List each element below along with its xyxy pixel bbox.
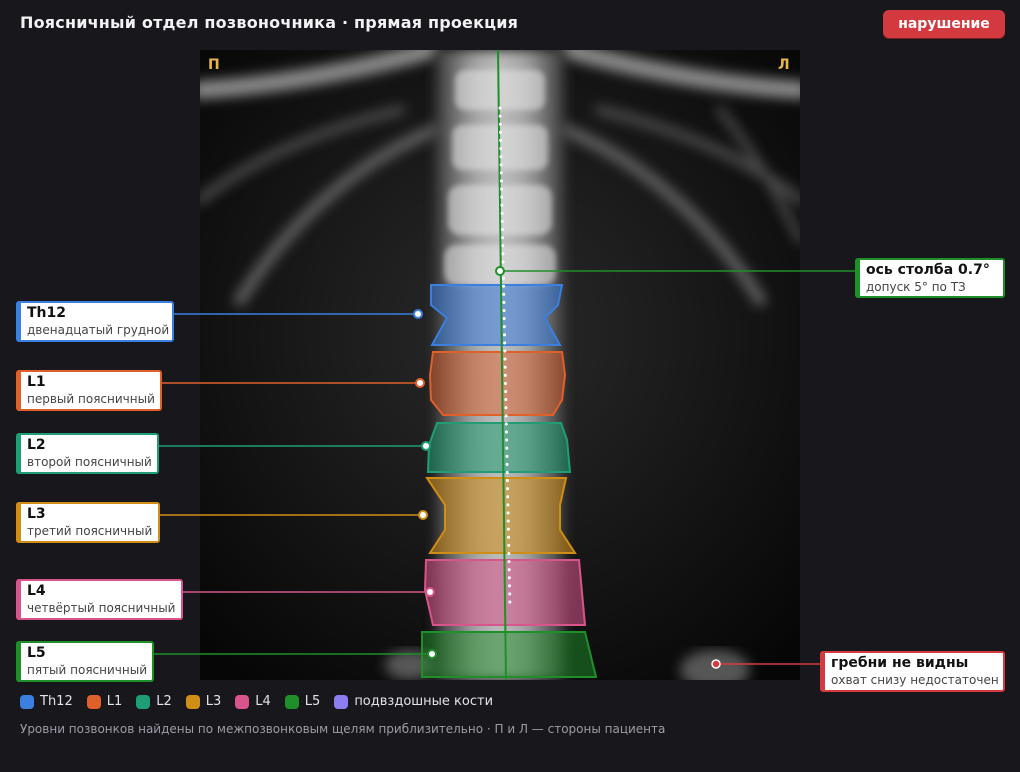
- legend-label: L4: [255, 694, 271, 709]
- legend-item-th12[interactable]: Th12: [20, 694, 73, 709]
- legend-swatch: [284, 694, 299, 709]
- legend-label: L2: [156, 694, 172, 709]
- crest-callout-title: гребни не видны: [831, 655, 969, 671]
- callout-code: L4: [27, 583, 46, 599]
- legend-swatch: [136, 694, 151, 709]
- legend-swatch: [334, 694, 349, 709]
- callout-label: первый поясничный: [27, 392, 155, 406]
- callout-l5[interactable]: L5 пятый поясничный: [16, 641, 154, 682]
- callout-l4[interactable]: L4 четвёртый поясничный: [16, 579, 183, 620]
- side-marker-left-patient: Л: [778, 57, 790, 73]
- callout-label: пятый поясничный: [27, 663, 147, 677]
- legend-label: L1: [106, 694, 123, 709]
- legend-item-l1[interactable]: L1: [86, 694, 123, 709]
- callout-th12[interactable]: Th12 двенадцатый грудной: [16, 301, 174, 342]
- callout-code: L3: [27, 506, 46, 522]
- status-badge[interactable]: нарушение: [883, 10, 1005, 38]
- callout-l3[interactable]: L3 третий поясничный: [16, 502, 160, 543]
- callout-code: L2: [27, 437, 46, 453]
- callout-label: второй поясничный: [27, 455, 152, 469]
- axis-callout-title: ось столба 0.7°: [866, 262, 990, 278]
- axis-callout[interactable]: ось столба 0.7° допуск 5° по ТЗ: [855, 258, 1005, 298]
- callout-label: четвёртый поясничный: [27, 601, 176, 615]
- callout-label: третий поясничный: [27, 524, 153, 538]
- legend-label: L5: [304, 694, 321, 709]
- legend-item-l5[interactable]: L5: [284, 694, 321, 709]
- legend-item-iliac[interactable]: подвздошные кости: [334, 694, 493, 709]
- callout-label: двенадцатый грудной: [27, 323, 170, 337]
- legend-swatch: [86, 694, 101, 709]
- legend-label: Th12: [40, 694, 73, 709]
- xray-scan: [200, 50, 800, 680]
- legend-swatch: [235, 694, 250, 709]
- footnote: Уровни позвонков найдены по межпозвонков…: [20, 722, 666, 736]
- legend-label: L3: [205, 694, 222, 709]
- legend-item-l4[interactable]: L4: [235, 694, 271, 709]
- callout-code: L1: [27, 374, 46, 390]
- callout-l2[interactable]: L2 второй поясничный: [16, 433, 159, 474]
- page-title: Поясничный отдел позвоночника · прямая п…: [20, 13, 519, 32]
- legend-swatch: [20, 694, 34, 709]
- legend: Th12 L1 L2 L3 L4 L5 подвздошные кости: [20, 694, 493, 709]
- callout-code: Th12: [27, 305, 66, 321]
- legend-item-l3[interactable]: L3: [185, 694, 222, 709]
- legend-label: подвздошные кости: [354, 694, 494, 709]
- xray-image: [200, 50, 800, 680]
- crest-callout-subtitle: охват снизу недостаточен: [831, 673, 999, 687]
- callout-code: L5: [27, 645, 46, 661]
- legend-item-l2[interactable]: L2: [136, 694, 172, 709]
- axis-callout-subtitle: допуск 5° по ТЗ: [866, 280, 966, 294]
- crest-callout[interactable]: гребни не видны охват снизу недостаточен: [820, 651, 1005, 692]
- legend-swatch: [185, 694, 200, 709]
- side-marker-right-patient: П: [208, 57, 220, 73]
- callout-l1[interactable]: L1 первый поясничный: [16, 370, 162, 411]
